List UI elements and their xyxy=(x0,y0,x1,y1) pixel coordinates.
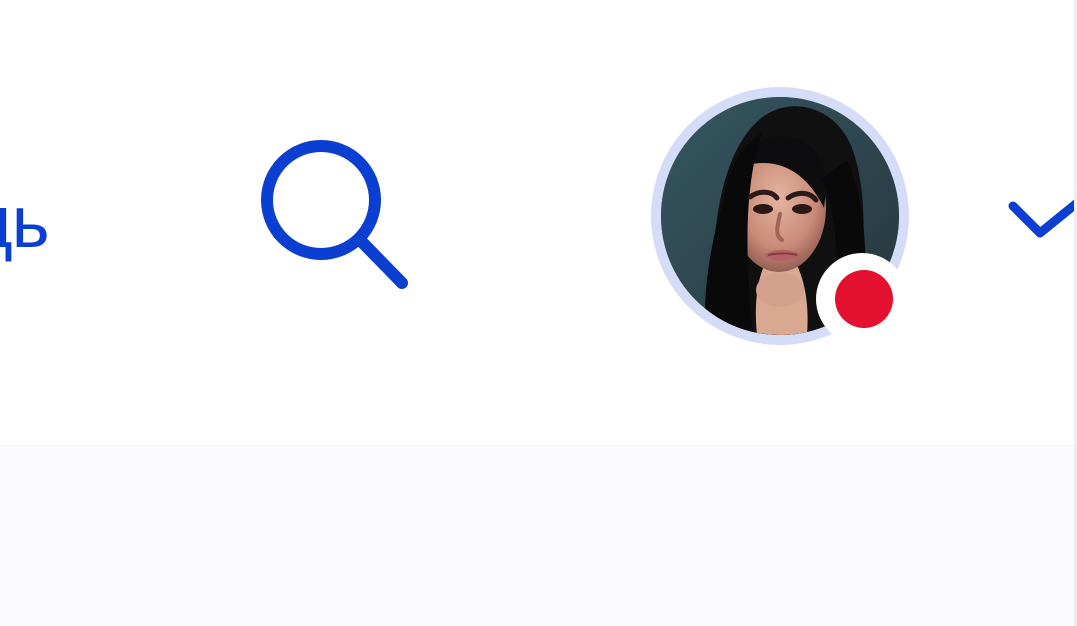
chevron-down-icon xyxy=(1008,198,1077,238)
status-indicator xyxy=(816,253,908,345)
account-menu-button[interactable] xyxy=(998,174,1077,266)
status-dot xyxy=(835,270,893,328)
search-icon xyxy=(261,140,408,289)
search-button[interactable] xyxy=(246,126,424,304)
top-header: дь xyxy=(0,0,1077,445)
app-page: дь xyxy=(0,0,1077,626)
nav-link-partial[interactable]: дь xyxy=(0,178,50,268)
main-content-area xyxy=(0,445,1077,626)
user-avatar-button[interactable] xyxy=(651,87,909,345)
